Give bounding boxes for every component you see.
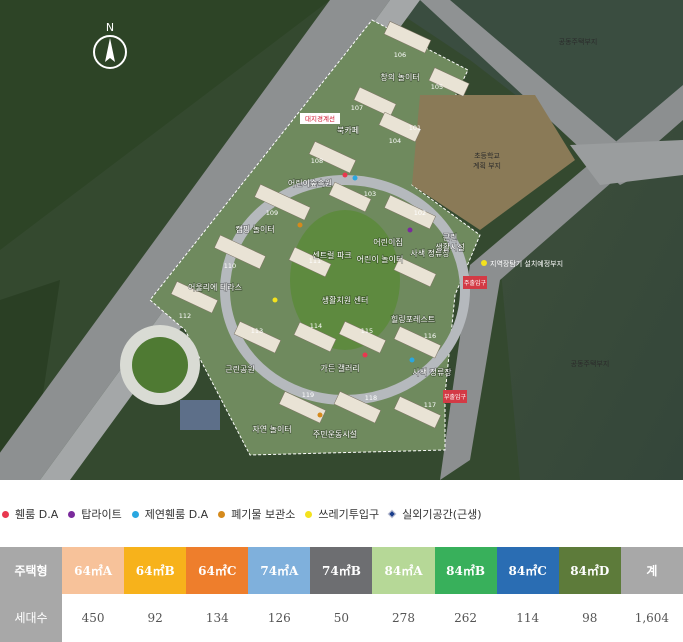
legend-label: 탑라이트 xyxy=(81,508,122,521)
legend-label: 실외기공간(근생) xyxy=(402,508,482,521)
facility-fitness: 주민운동시설 xyxy=(313,429,357,439)
legend-item-outdoor-unit: 실외기공간(근생) xyxy=(387,506,482,522)
bldg-105: 105 xyxy=(431,83,443,91)
legend-label: 폐기물 보관소 xyxy=(231,508,296,521)
legend-label: 제연휀룸 D.A xyxy=(144,508,209,521)
label-public-housing-top: 공동주택부지 xyxy=(559,37,598,46)
facility-healing-forest: 힐링포레스트 xyxy=(391,314,435,324)
facility-central-park: 센트럴 파크 xyxy=(312,250,351,260)
count-cell: 50 xyxy=(310,594,373,642)
facility-creative-playground: 창의 놀이터 xyxy=(380,72,419,82)
facility-garden-gallery: 가든 갤러리 xyxy=(320,363,359,373)
header-label-cell: 주택형 xyxy=(0,547,63,594)
legend-label: 쓰레기투입구 xyxy=(318,508,380,521)
type-cell: 74㎡B xyxy=(310,547,373,594)
legend-item-smoke-fan-room: 제연휀룸 D.A xyxy=(131,506,209,522)
boundary-tag: 대지경계선 xyxy=(305,114,335,123)
row-label-cell: 세대수 xyxy=(0,594,63,642)
facility-daycare: 어린이집 xyxy=(373,237,402,247)
label-facility-1: 근린 xyxy=(443,232,458,242)
ev-charger-marker xyxy=(481,260,487,266)
type-cell: 64㎡C xyxy=(186,547,249,594)
total-type-cell: 계 xyxy=(620,547,683,594)
bldg-110: 110 xyxy=(224,262,236,270)
count-cell: 126 xyxy=(248,594,311,642)
bldg-118: 118 xyxy=(365,394,377,402)
bldg-101: 101 xyxy=(409,124,421,132)
bldg-116: 116 xyxy=(424,332,436,340)
facility-living-center: 생활치원 센터 xyxy=(322,295,369,305)
legend-item-fan-room: 휀룸 D.A xyxy=(2,506,58,522)
bldg-119: 119 xyxy=(302,391,314,399)
type-cell: 84㎡C xyxy=(496,547,559,594)
legend-label: 휀룸 D.A xyxy=(15,508,59,521)
count-cell: 98 xyxy=(558,594,621,642)
bldg-102: 102 xyxy=(414,209,426,217)
bldg-114: 114 xyxy=(310,322,322,330)
facility-rest-stop-2: 사색 정류장 xyxy=(412,367,452,377)
bldg-115: 115 xyxy=(361,327,373,335)
bldg-113: 113 xyxy=(251,327,263,335)
bldg-107: 107 xyxy=(351,104,363,112)
total-count-cell: 1,604 xyxy=(620,594,683,642)
facility-kids-playground: 어린이 놀이터 xyxy=(357,254,404,264)
bldg-117: 117 xyxy=(424,401,436,409)
bldg-106: 106 xyxy=(394,51,406,59)
label-facility-2: 생활시설 xyxy=(435,242,464,252)
label-park: 근린공원 xyxy=(225,364,254,374)
unit-type-header-row: 주택형 64㎡A 64㎡B 64㎡C 74㎡A 74㎡B 84㎡A 84㎡B 8… xyxy=(0,547,683,594)
facility-camping-playground: 캠핑 놀이터 xyxy=(235,224,274,234)
north-label: N xyxy=(106,21,114,34)
unit-count-row: 세대수 450 92 134 126 50 278 262 114 98 1,6… xyxy=(0,594,683,642)
navy-diamond-icon xyxy=(387,509,397,519)
legend-item-trash-inlet: 쓰레기투입구 xyxy=(305,506,379,522)
bldg-108: 108 xyxy=(311,157,323,165)
count-cell: 114 xyxy=(496,594,559,642)
site-plan-svg: 101 102 103 104 105 106 107 108 109 110 … xyxy=(0,0,683,480)
facility-terrace: 어울리에 테라스 xyxy=(188,282,242,292)
label-public-housing-right: 공동주택부지 xyxy=(571,359,610,368)
count-cell: 92 xyxy=(124,594,187,642)
site-plan-map: 101 102 103 104 105 106 107 108 109 110 … xyxy=(0,0,683,480)
count-cell: 278 xyxy=(372,594,435,642)
facility-nature-playground: 자연 놀이터 xyxy=(252,424,291,434)
bldg-103: 103 xyxy=(364,190,376,198)
red-dot-icon xyxy=(2,510,9,518)
type-cell: 74㎡A xyxy=(248,547,311,594)
bldg-112: 112 xyxy=(179,312,191,320)
bldg-104: 104 xyxy=(389,137,401,145)
type-cell: 64㎡B xyxy=(124,547,187,594)
count-cell: 450 xyxy=(62,594,125,642)
park-lawn xyxy=(132,337,188,393)
facility-book-cafe: 북카페 xyxy=(337,125,359,135)
type-cell: 84㎡A xyxy=(372,547,435,594)
count-cell: 134 xyxy=(186,594,249,642)
yellow-dot-icon xyxy=(305,510,313,518)
count-cell: 262 xyxy=(434,594,497,642)
legend-item-waste-storage: 폐기물 보관소 xyxy=(218,506,295,522)
legend-item-toplight: 탑라이트 xyxy=(68,506,122,522)
orange-dot-icon xyxy=(218,510,226,518)
ev-charger-label: 지역장탐기 설치예정부지 xyxy=(490,259,563,268)
facility-kids-forest: 어린이숲속원 xyxy=(288,178,332,188)
blue-dot-icon xyxy=(131,510,139,518)
sub-gate-label: 부출입구 xyxy=(444,393,467,401)
unit-type-table: 주택형 64㎡A 64㎡B 64㎡C 74㎡A 74㎡B 84㎡A 84㎡B 8… xyxy=(0,547,683,642)
label-school-1: 초등학교 xyxy=(474,151,500,160)
purple-dot-icon xyxy=(68,510,76,518)
map-legend: 휀룸 D.A 탑라이트 제연휀룸 D.A 폐기물 보관소 쓰레기투입구 실외기공… xyxy=(0,500,683,528)
main-gate-label: 주출입구 xyxy=(464,279,487,287)
type-cell: 84㎡B xyxy=(434,547,497,594)
type-cell: 84㎡D xyxy=(558,547,621,594)
type-cell: 64㎡A xyxy=(62,547,125,594)
bldg-109: 109 xyxy=(266,209,278,217)
park-court xyxy=(180,400,220,430)
label-school-2: 계획 부지 xyxy=(473,161,501,170)
